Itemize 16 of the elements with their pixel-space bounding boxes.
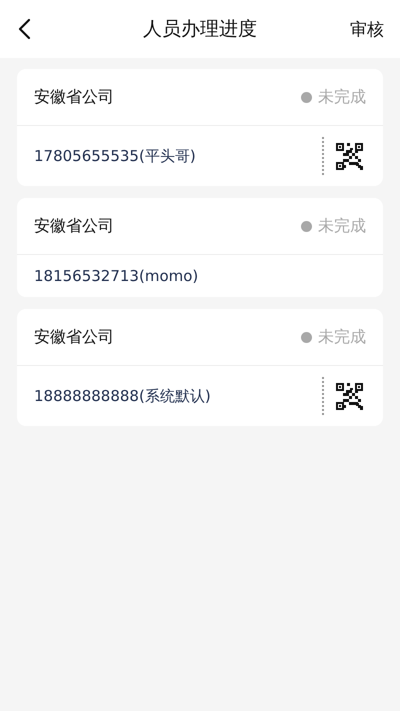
company-name: 安徽省公司	[34, 86, 114, 108]
status-label: 未完成	[318, 86, 366, 108]
qr-code-icon[interactable]	[336, 142, 363, 170]
company-name: 安徽省公司	[34, 326, 114, 348]
qr-code-icon[interactable]	[336, 382, 363, 410]
page-title: 人员办理进度	[143, 18, 257, 40]
status-label: 未完成	[318, 216, 366, 236]
status-label: 未完成	[318, 326, 366, 348]
status-dot	[301, 332, 312, 342]
status-dot	[301, 220, 312, 232]
contact-phone: 18156532713(momo)	[34, 267, 198, 285]
contact-phone: 18888888888(系统默认)	[34, 386, 211, 406]
company-name: 安徽省公司	[34, 216, 114, 236]
status-dot	[301, 92, 312, 102]
review-button[interactable]: 审核	[350, 18, 384, 40]
contact-phone: 17805655535(平头哥)	[34, 146, 196, 166]
